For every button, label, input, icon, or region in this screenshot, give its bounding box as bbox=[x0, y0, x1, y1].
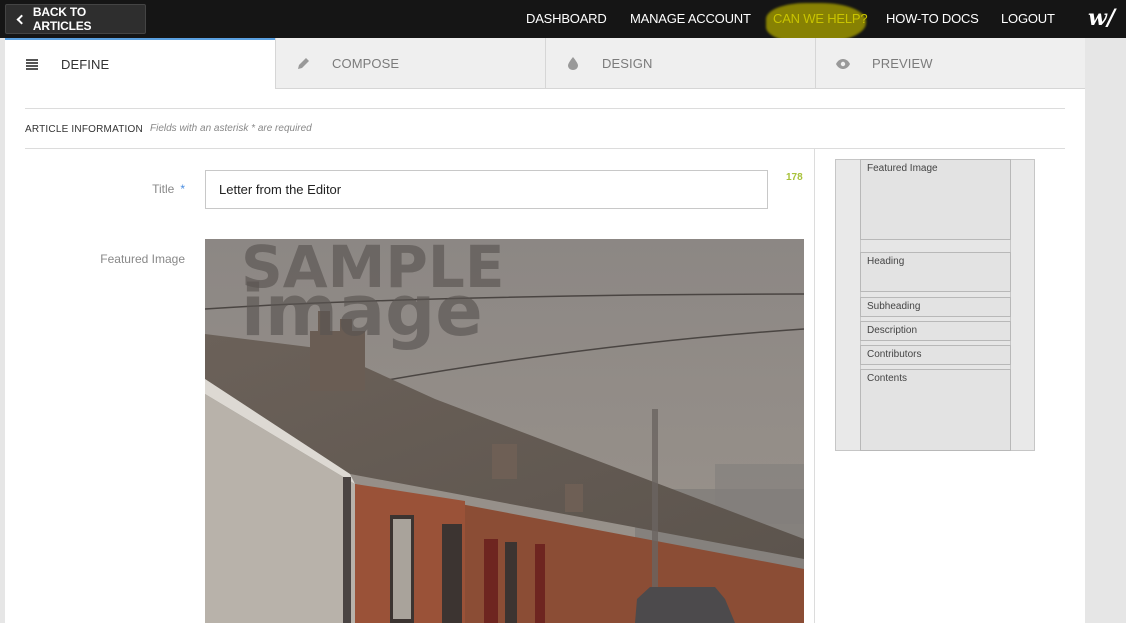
top-nav-bar: BACK TO ARTICLES DASHBOARD MANAGE ACCOUN… bbox=[0, 0, 1126, 43]
section-bottom-rule bbox=[25, 148, 1065, 149]
sidebar-divider bbox=[814, 148, 815, 623]
section-top-rule bbox=[25, 108, 1065, 109]
featured-image-label: Featured Image bbox=[100, 252, 185, 266]
featured-image-photo: SAMPLE image bbox=[205, 239, 804, 623]
brand-logo[interactable]: w/ bbox=[1088, 5, 1115, 31]
list-icon bbox=[25, 58, 39, 72]
editor-tabs: DEFINE COMPOSE DESIGN PREVIEW bbox=[5, 38, 1085, 89]
tab-preview-label: PREVIEW bbox=[872, 56, 933, 71]
tab-compose[interactable]: COMPOSE bbox=[275, 38, 545, 89]
nav-can-we-help-link[interactable]: CAN WE HELP? bbox=[773, 11, 868, 26]
chevron-left-icon bbox=[16, 14, 27, 25]
featured-image[interactable]: SAMPLE image bbox=[205, 239, 804, 623]
layout-preview-panel: Featured Image Heading Subheading Descri… bbox=[835, 159, 1035, 451]
title-field-label: Title * bbox=[25, 182, 185, 196]
back-to-articles-button[interactable]: BACK TO ARTICLES bbox=[5, 4, 146, 34]
nav-dashboard-link[interactable]: DASHBOARD bbox=[526, 11, 607, 26]
title-label-text: Title bbox=[152, 182, 175, 196]
tab-design[interactable]: DESIGN bbox=[545, 38, 815, 89]
layout-block-description[interactable]: Description bbox=[860, 321, 1011, 341]
layout-block-contributors[interactable]: Contributors bbox=[860, 345, 1011, 365]
required-asterisk: * bbox=[180, 182, 185, 196]
tab-define[interactable]: DEFINE bbox=[5, 38, 275, 89]
image-watermark-image: image bbox=[241, 270, 483, 352]
layout-block-subheading[interactable]: Subheading bbox=[860, 297, 1011, 317]
tab-preview[interactable]: PREVIEW bbox=[815, 38, 1085, 89]
layout-block-contents[interactable]: Contents bbox=[860, 369, 1011, 451]
tab-define-label: DEFINE bbox=[61, 57, 110, 72]
article-editor-card: DEFINE COMPOSE DESIGN PREVIEW ARTICLE IN… bbox=[5, 38, 1085, 623]
title-char-count: 178 bbox=[786, 172, 803, 183]
nav-manage-account-link[interactable]: MANAGE ACCOUNT bbox=[630, 11, 751, 26]
nav-how-to-docs-link[interactable]: HOW-TO DOCS bbox=[886, 11, 979, 26]
title-input[interactable] bbox=[205, 170, 768, 209]
droplet-icon bbox=[566, 57, 580, 71]
nav-logout-link[interactable]: LOGOUT bbox=[1001, 11, 1055, 26]
required-fields-note: Fields with an asterisk * are required bbox=[150, 123, 312, 134]
tab-compose-label: COMPOSE bbox=[332, 56, 400, 71]
pencil-icon bbox=[296, 57, 310, 71]
eye-icon bbox=[836, 57, 850, 71]
tabs-divider bbox=[275, 88, 1085, 89]
layout-block-featured-image[interactable]: Featured Image bbox=[860, 159, 1011, 240]
back-to-articles-label: BACK TO ARTICLES bbox=[32, 5, 92, 33]
tab-design-label: DESIGN bbox=[602, 56, 653, 71]
section-title: ARTICLE INFORMATION bbox=[25, 124, 143, 135]
layout-block-heading[interactable]: Heading bbox=[860, 252, 1011, 292]
